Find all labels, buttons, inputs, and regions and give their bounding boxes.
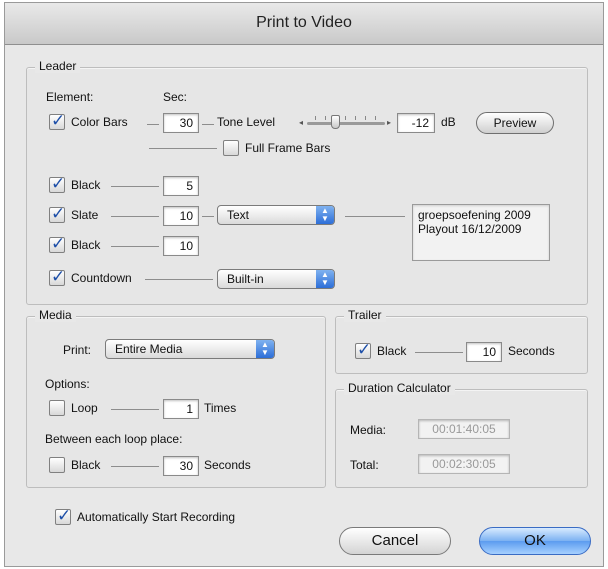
connector-line	[111, 246, 159, 247]
checkmark-icon: ✓	[51, 111, 66, 130]
media-title: Media	[35, 308, 76, 322]
black-1-seconds-field[interactable]: 5	[163, 176, 199, 196]
black-2-seconds-field[interactable]: 10	[163, 236, 199, 256]
color-bars-seconds-field[interactable]: 30	[163, 113, 199, 133]
connector-line	[145, 279, 213, 280]
tone-level-label: Tone Level	[217, 115, 276, 129]
slate-source-value: Text	[227, 208, 250, 222]
full-frame-bars-label: Full Frame Bars	[245, 141, 331, 155]
connector-line	[345, 216, 405, 217]
connector-line	[111, 466, 159, 467]
trailer-title: Trailer	[344, 308, 386, 322]
countdown-source-value: Built-in	[227, 272, 264, 286]
slate-label: Slate	[71, 208, 99, 222]
between-label: Between each loop place:	[45, 432, 183, 446]
tone-level-field[interactable]: -12	[397, 113, 435, 133]
cancel-button[interactable]: Cancel	[339, 527, 451, 555]
preview-button[interactable]: Preview	[476, 112, 554, 134]
slate-checkbox[interactable]: ✓	[49, 204, 66, 223]
print-to-video-dialog: Print to Video Leader Element: Sec: ✓ Co…	[4, 2, 604, 567]
connector-line	[147, 124, 159, 125]
element-header: Element:	[46, 90, 94, 104]
connector-line	[149, 148, 217, 149]
connector-line	[111, 409, 159, 410]
checkmark-icon: ✓	[57, 506, 72, 525]
connector-line	[111, 186, 159, 187]
loop-times-field[interactable]: 1	[163, 399, 199, 419]
connector-line	[111, 216, 159, 217]
countdown-label: Countdown	[71, 271, 132, 285]
color-bars-label: Color Bars	[71, 115, 128, 129]
loop-black-seconds-field[interactable]: 30	[163, 456, 199, 476]
auto-start-checkbox[interactable]: ✓	[55, 506, 72, 525]
slider-tick	[325, 116, 326, 120]
color-bars-checkbox[interactable]: ✓	[49, 111, 66, 130]
black-2-label: Black	[71, 238, 101, 252]
slider-tick	[355, 116, 356, 120]
slate-text-field[interactable]: groepsoefening 2009 Playout 16/12/2009	[412, 204, 550, 261]
slider-tick	[375, 116, 376, 120]
window-title: Print to Video	[256, 14, 352, 31]
connector-line	[202, 124, 214, 125]
duration-title: Duration Calculator	[344, 381, 455, 395]
leader-title: Leader	[35, 59, 81, 73]
slider-tick	[365, 116, 366, 120]
loop-black-seconds-label: Seconds	[204, 458, 251, 472]
popup-arrows-icon: ▲ ▼	[256, 340, 274, 358]
checkmark-icon: ✓	[51, 267, 66, 286]
times-label: Times	[204, 401, 237, 415]
tone-level-unit: dB	[441, 115, 456, 129]
slider-left-arrow-icon: ◂	[299, 118, 304, 127]
slider-tick	[345, 116, 346, 120]
checkmark-icon: ✓	[51, 234, 66, 253]
popup-arrows-icon: ▲ ▼	[316, 270, 334, 288]
print-label: Print:	[63, 343, 92, 357]
connector-line	[202, 216, 214, 217]
connector-line	[415, 352, 463, 353]
slider-right-arrow-icon: ▸	[387, 118, 392, 127]
slate-source-popup[interactable]: Text ▲ ▼	[217, 205, 335, 225]
checkmark-icon: ✓	[357, 340, 372, 359]
print-value: Entire Media	[115, 342, 183, 356]
ok-button[interactable]: OK	[479, 527, 591, 555]
checkmark-icon: ✓	[51, 174, 66, 193]
loop-black-label: Black	[71, 458, 101, 472]
loop-checkbox[interactable]	[49, 400, 65, 416]
sec-header: Sec:	[163, 90, 188, 104]
total-duration-field: 00:02:30:05	[418, 454, 510, 474]
loop-label: Loop	[71, 401, 98, 415]
tone-level-slider[interactable]	[307, 122, 385, 125]
tone-level-slider-thumb[interactable]	[331, 115, 340, 129]
trailer-seconds-label: Seconds	[508, 344, 555, 358]
media-duration-label: Media:	[350, 423, 387, 437]
total-duration-label: Total:	[350, 458, 379, 472]
trailer-black-checkbox[interactable]: ✓	[355, 340, 372, 359]
title-bar: Print to Video	[5, 3, 603, 45]
trailer-black-label: Black	[377, 344, 407, 358]
popup-arrows-icon: ▲ ▼	[316, 206, 334, 224]
slider-tick	[315, 116, 316, 120]
black-2-checkbox[interactable]: ✓	[49, 234, 66, 253]
checkmark-icon: ✓	[51, 204, 66, 223]
black-1-label: Black	[71, 178, 101, 192]
countdown-source-popup[interactable]: Built-in ▲ ▼	[217, 269, 335, 289]
auto-start-label: Automatically Start Recording	[77, 510, 236, 524]
countdown-checkbox[interactable]: ✓	[49, 267, 66, 286]
black-1-checkbox[interactable]: ✓	[49, 174, 66, 193]
preview-button-label: Preview	[493, 116, 537, 130]
loop-black-checkbox[interactable]	[49, 457, 65, 473]
media-duration-field: 00:01:40:05	[418, 419, 510, 439]
full-frame-bars-checkbox[interactable]	[223, 140, 239, 156]
options-label: Options:	[45, 377, 90, 391]
trailer-black-seconds-field[interactable]: 10	[466, 342, 502, 362]
print-popup[interactable]: Entire Media ▲ ▼	[105, 339, 275, 359]
slate-seconds-field[interactable]: 10	[163, 206, 199, 226]
